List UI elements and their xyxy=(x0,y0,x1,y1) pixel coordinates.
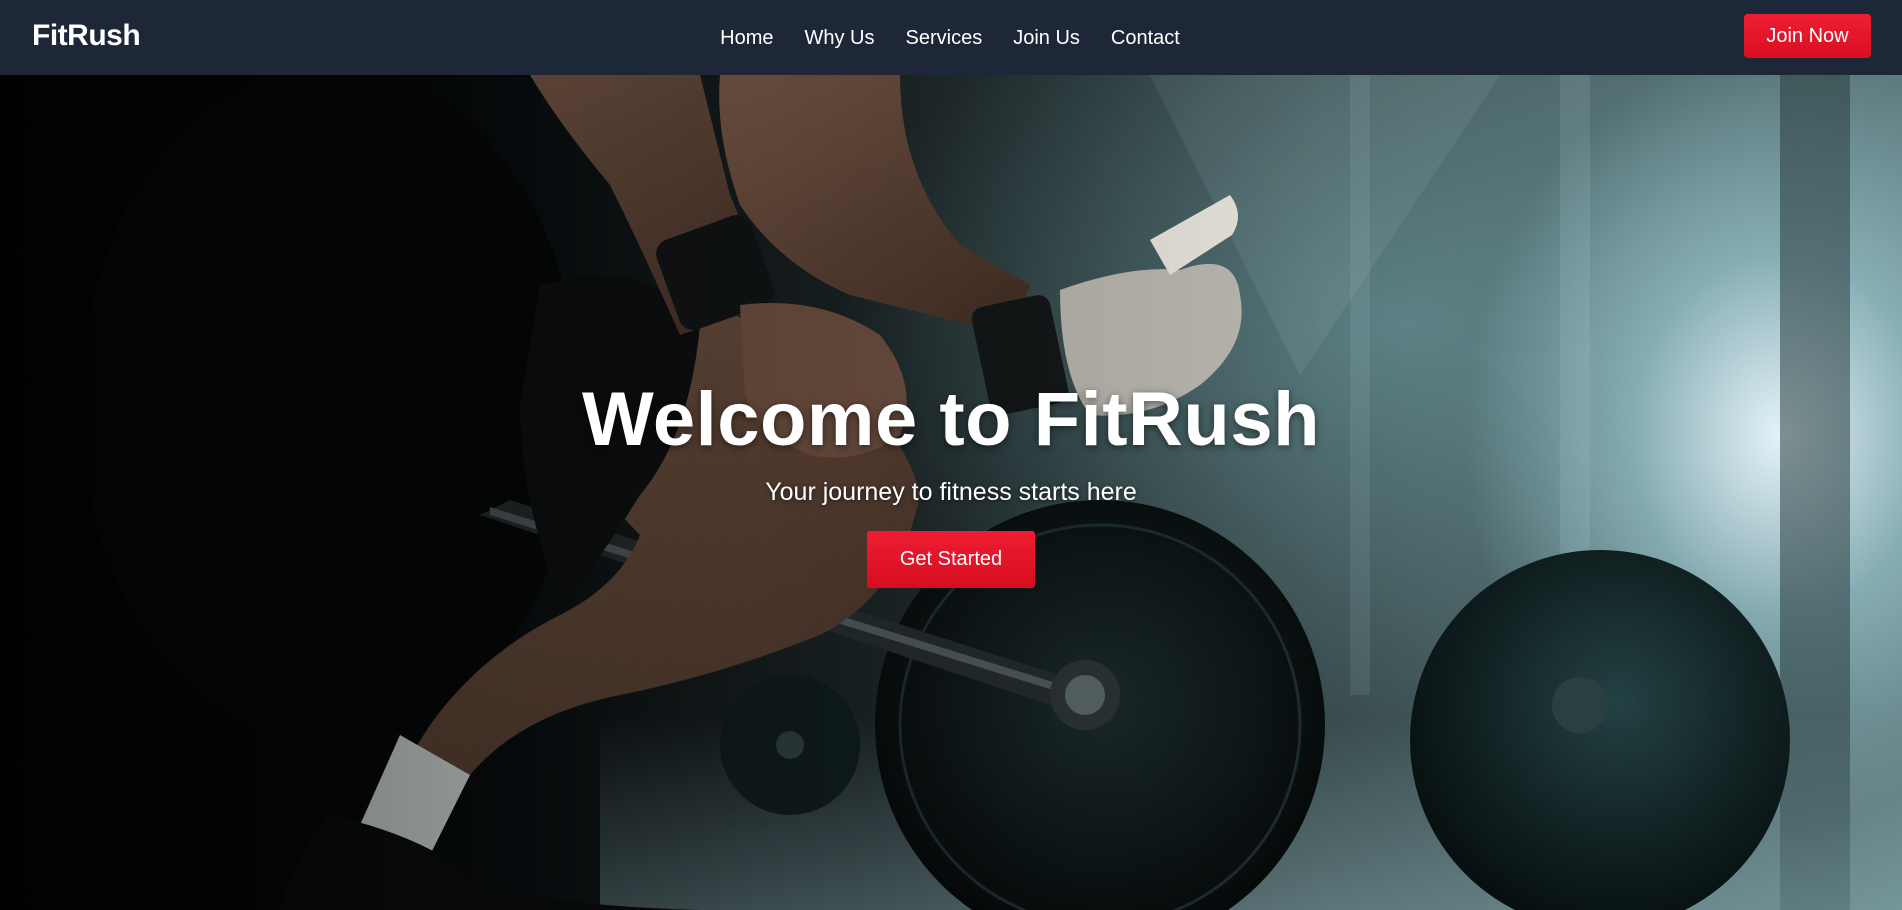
brand-logo[interactable]: FitRush xyxy=(32,17,141,55)
nav-link-join-us[interactable]: Join Us xyxy=(1013,26,1082,50)
hero-subtitle: Your journey to fitness starts here xyxy=(765,478,1137,506)
get-started-button[interactable]: Get Started xyxy=(867,531,1035,588)
nav-link-home[interactable]: Home xyxy=(720,26,775,50)
nav-link-contact[interactable]: Contact xyxy=(1111,26,1182,50)
hero-section: Welcome to FitRush Your journey to fitne… xyxy=(0,75,1902,910)
join-now-button[interactable]: Join Now xyxy=(1744,14,1871,58)
navbar: FitRush Home Why Us Services Join Us Con… xyxy=(0,0,1902,75)
hero-title: Welcome to FitRush xyxy=(581,377,1321,462)
main-nav: Home Why Us Services Join Us Contact xyxy=(0,0,1902,75)
hero-content: Welcome to FitRush Your journey to fitne… xyxy=(0,375,1902,588)
nav-link-services[interactable]: Services xyxy=(906,26,985,50)
nav-link-why-us[interactable]: Why Us xyxy=(805,26,877,50)
